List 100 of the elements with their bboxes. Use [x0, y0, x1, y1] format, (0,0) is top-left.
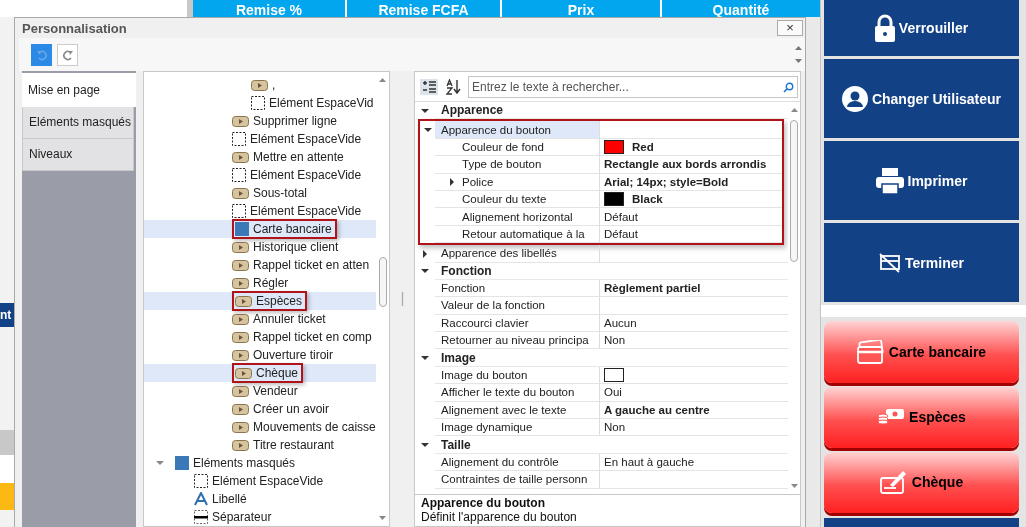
property-name[interactable]: Fonction — [435, 279, 600, 298]
undo-button[interactable] — [31, 43, 52, 66]
tree-item[interactable]: Titre restaurant — [144, 436, 376, 454]
tree-item[interactable]: Vendeur — [144, 382, 376, 400]
property-name[interactable]: Apparence des libellés — [435, 245, 600, 263]
grip-icon[interactable] — [400, 292, 404, 306]
tree-item[interactable]: Séparateur — [144, 508, 376, 526]
action-button[interactable]: Chèque — [824, 451, 1019, 514]
tree-item[interactable]: Carte bancaire — [144, 220, 376, 238]
tree-item[interactable]: Supprimer ligne — [144, 112, 376, 130]
button-icon — [232, 115, 249, 127]
scrollbar-thumb[interactable] — [790, 120, 798, 262]
sort-icon[interactable] — [445, 78, 461, 95]
scroll-down-icon[interactable] — [790, 484, 798, 488]
property-name[interactable]: Retourner au niveau principa — [435, 332, 600, 350]
tree-item[interactable]: Elément EspaceVide — [144, 130, 376, 148]
action-button[interactable]: Carte bancaire — [824, 321, 1019, 383]
property-name[interactable]: Alignement horizontal — [435, 208, 600, 226]
tree-label: Espèces — [256, 294, 303, 308]
tree-item[interactable]: Mouvements de caisse — [144, 418, 376, 436]
category-header[interactable]: Taille — [435, 436, 788, 454]
expand-arrow-icon[interactable] — [421, 106, 429, 115]
redo-button[interactable] — [57, 43, 78, 66]
property-name[interactable]: Type de bouton — [435, 156, 600, 174]
categorized-icon[interactable] — [420, 78, 438, 95]
button-icon — [232, 313, 249, 325]
action-button[interactable]: Changer Utilisateur — [824, 59, 1019, 139]
button-icon — [232, 439, 249, 451]
tree-item[interactable]: Historique client — [144, 238, 376, 256]
property-name[interactable]: Afficher le texte du bouton — [435, 384, 600, 402]
button-icon — [232, 331, 249, 343]
button-icon — [232, 259, 249, 271]
scroll-up-icon[interactable] — [794, 46, 802, 50]
tree-item[interactable]: Créer un avoir — [144, 400, 376, 418]
tree-item[interactable]: Elément EspaceVide — [144, 202, 376, 220]
column-header: Remise FCFA — [347, 0, 500, 17]
scroll-up-icon[interactable] — [379, 78, 386, 82]
expand-arrow-icon[interactable] — [421, 267, 429, 276]
action-button[interactable]: Imprimer — [824, 141, 1019, 221]
action-button[interactable]: Espèces — [824, 386, 1019, 448]
tab[interactable]: Mise en page — [22, 73, 136, 107]
tree-item[interactable]: Sous-total — [144, 184, 376, 202]
button-icon — [251, 79, 268, 91]
expand-arrow-icon[interactable] — [421, 354, 429, 363]
property-name[interactable]: Couleur de fond — [435, 138, 600, 157]
tree-label: Historique client — [253, 240, 339, 254]
button-icon — [232, 421, 249, 433]
category-header[interactable]: Image — [435, 349, 788, 367]
undo-icon — [35, 48, 48, 61]
tree-item[interactable]: Elément EspaceVide — [144, 472, 376, 490]
tree-item[interactable]: Elément EspaceVide — [144, 166, 376, 184]
scroll-down-icon[interactable] — [794, 59, 802, 63]
tree-item[interactable]: Mettre en attente — [144, 148, 376, 166]
tree-label: Eléments masqués — [193, 456, 296, 470]
property-name[interactable]: Apparence du bouton — [435, 121, 600, 139]
property-name[interactable]: Valeur de la fonction — [435, 297, 600, 315]
tree-item[interactable]: Rappel ticket en atten — [144, 256, 376, 274]
search-icon[interactable] — [783, 81, 794, 93]
category-header[interactable]: Fonction — [435, 262, 788, 280]
scrollbar-thumb[interactable] — [378, 257, 387, 307]
expand-arrow-icon[interactable] — [423, 126, 432, 135]
tree-item[interactable]: Elément EspaceVid — [144, 94, 376, 112]
scroll-down-icon[interactable] — [379, 516, 386, 520]
tree-item[interactable]: Chèque — [144, 364, 376, 382]
property-name[interactable]: Alignement du contrôle — [435, 453, 600, 472]
tree-item[interactable]: Libellé — [144, 490, 376, 508]
tree-item[interactable]: Rappel ticket en comp — [144, 328, 376, 346]
close-button[interactable]: × — [777, 20, 803, 36]
action-button[interactable]: Terminer — [824, 223, 1019, 303]
tree-item[interactable]: , — [144, 76, 376, 94]
search-field[interactable]: Entrez le texte à rechercher... — [468, 75, 798, 98]
property-name[interactable]: Contraintes de taille personn — [435, 471, 600, 489]
spacer-icon — [194, 474, 208, 488]
property-value: Aucun — [604, 316, 637, 329]
scroll-up-icon[interactable] — [790, 108, 798, 112]
tab[interactable]: Niveaux — [22, 139, 134, 171]
property-value: Défaut — [604, 227, 638, 240]
tree-item[interactable]: Annuler ticket — [144, 310, 376, 328]
expand-arrow-icon[interactable] — [421, 249, 429, 258]
tab[interactable]: Eléments masqués — [22, 107, 134, 139]
expand-arrow-icon[interactable] — [448, 177, 455, 186]
property-name[interactable]: Raccourci clavier — [435, 314, 600, 333]
tree-item[interactable]: Ouverture tiroir — [144, 346, 376, 364]
property-name[interactable]: Alignement avec le texte — [435, 401, 600, 420]
property-name[interactable]: Couleur du texte — [435, 190, 600, 209]
category-header[interactable]: Apparence — [435, 102, 788, 120]
action-button[interactable]: Verrouiller — [824, 0, 1019, 57]
property-name[interactable]: Police — [435, 173, 600, 191]
tree-item[interactable]: Eléments masqués — [144, 454, 376, 472]
property-name[interactable]: Retour automatique à la — [435, 225, 600, 244]
tree-item[interactable]: Régler — [144, 274, 376, 292]
property-name[interactable]: Image dynamique — [435, 419, 600, 437]
expand-arrow-icon[interactable] — [421, 441, 429, 450]
property-value: Défaut — [604, 210, 638, 223]
label-icon — [194, 492, 208, 506]
tree-label: Rappel ticket en comp — [253, 330, 372, 344]
property-value: Oui — [604, 386, 622, 399]
panel-icon — [175, 456, 189, 470]
property-name[interactable]: Image du bouton — [435, 366, 600, 385]
tree-item[interactable]: Espèces — [144, 292, 376, 310]
